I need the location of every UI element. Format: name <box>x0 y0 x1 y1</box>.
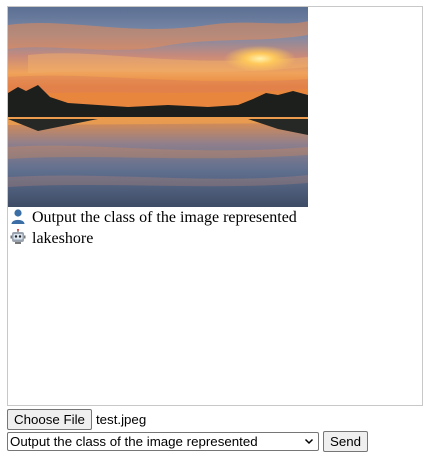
prompt-select-value: Output the class of the image represente… <box>10 433 258 449</box>
robot-icon <box>8 228 28 248</box>
prompt-row: Output the class of the image represente… <box>7 430 369 452</box>
uploaded-image <box>8 7 308 207</box>
selected-file-name: test.jpeg <box>95 411 147 427</box>
input-controls: Choose File test.jpeg Output the class o… <box>7 408 369 452</box>
prompt-select[interactable]: Output the class of the image represente… <box>7 431 319 451</box>
bot-message: lakeshore <box>8 228 422 249</box>
bot-message-text: lakeshore <box>32 230 94 247</box>
user-message: Output the class of the image represente… <box>8 207 422 228</box>
choose-file-button[interactable]: Choose File <box>7 408 92 430</box>
chevron-down-icon <box>304 438 314 444</box>
user-message-text: Output the class of the image represente… <box>32 209 297 226</box>
send-button[interactable]: Send <box>323 430 369 452</box>
file-row: Choose File test.jpeg <box>7 408 368 430</box>
chat-history: Output the class of the image represente… <box>7 6 423 406</box>
user-icon <box>8 207 28 227</box>
